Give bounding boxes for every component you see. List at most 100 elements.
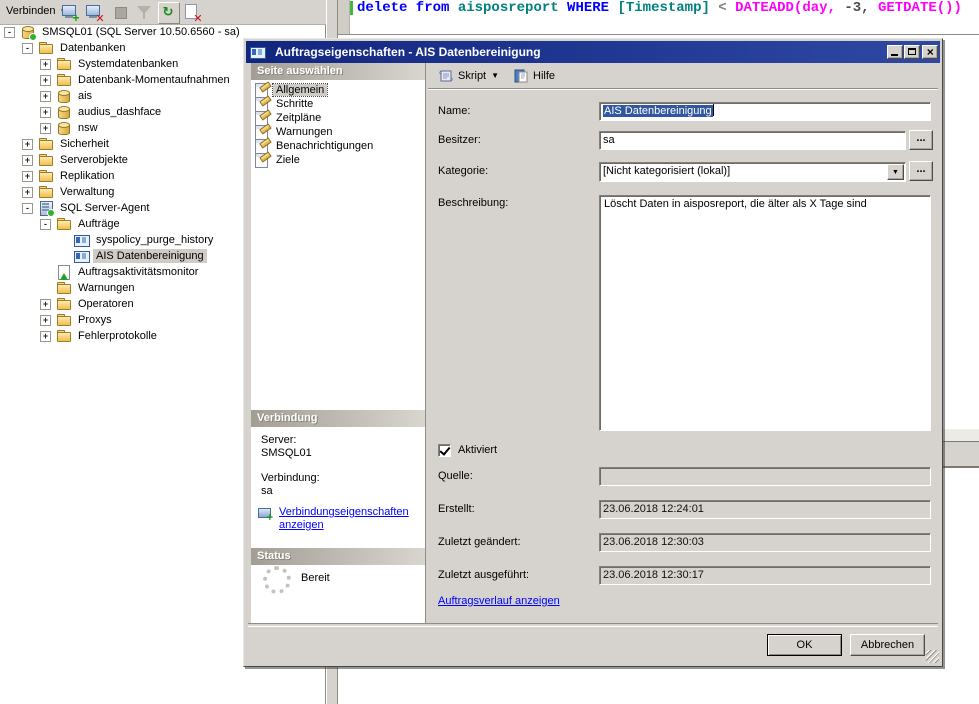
connection-properties-link[interactable]: Verbindungseigenschaften anzeigen — [279, 506, 419, 532]
tree-item-server[interactable]: - SMSQL01 (SQL Server 10.50.6560 - sa) — [0, 24, 243, 40]
editor-selection-margin — [338, 0, 350, 34]
script-icon — [438, 68, 454, 84]
help-button[interactable]: Hilfe — [509, 65, 559, 87]
ok-button[interactable]: OK — [767, 634, 842, 656]
category-browse-button[interactable]: ... — [909, 161, 933, 181]
tree-item-sicherheit[interactable]: + Sicherheit — [0, 136, 112, 152]
tree-item-label: SQL Server-Agent — [57, 201, 152, 215]
status-text: Bereit — [301, 572, 330, 584]
tree-item-auftragsaktivitaetsmonitor[interactable]: Auftragsaktivitätsmonitor — [0, 264, 201, 280]
job-properties-dialog: Auftragseigenschaften - AIS Datenbereini… — [243, 38, 943, 667]
resize-grip[interactable] — [926, 650, 939, 663]
folder-icon — [56, 328, 72, 344]
tree-item-label: Aufträge — [75, 217, 123, 231]
dialog-main-pane: Skript ▼ Hilfe Name: AIS Datenbereinigun… — [428, 63, 938, 623]
tree-item-label: Datenbanken — [57, 41, 128, 55]
tree-item-ais[interactable]: + ais — [0, 88, 95, 104]
description-label: Beschreibung: — [438, 197, 508, 209]
tree-expand-icon[interactable]: + — [40, 59, 51, 70]
folder-icon — [38, 152, 54, 168]
page-item-label: Allgemein — [273, 84, 327, 96]
tree-item-auftraege[interactable]: - Aufträge — [0, 216, 123, 232]
progress-spinner-icon — [263, 566, 291, 594]
tree-item-verwaltung[interactable]: + Verwaltung — [0, 184, 117, 200]
tree-item-audius-dashface[interactable]: + audius_dashface — [0, 104, 164, 120]
tree-collapse-icon[interactable]: - — [22, 43, 33, 54]
help-icon — [513, 68, 529, 84]
folder-icon — [38, 136, 54, 152]
server-label: Server: — [261, 434, 296, 446]
tree-expand-icon[interactable]: + — [40, 123, 51, 134]
tree-expand-icon[interactable]: + — [22, 187, 33, 198]
enabled-checkbox[interactable] — [438, 444, 451, 457]
tree-expand-icon[interactable]: + — [40, 107, 51, 118]
connect-label: Verbinden — [6, 5, 56, 17]
tree-item-label: Verwaltung — [57, 185, 117, 199]
sql-text-line[interactable]: delete from aisposreport WHERE [Timestam… — [357, 1, 962, 16]
connection-label: Verbindung: — [261, 472, 320, 484]
page-item-label: Benachrichtigungen — [273, 140, 376, 152]
tree-item-syspolicy-purge-history[interactable]: syspolicy_purge_history — [0, 232, 216, 248]
dialog-titlebar[interactable]: Auftragseigenschaften - AIS Datenbereini… — [246, 41, 940, 63]
cancel-button[interactable]: Abbrechen — [850, 634, 925, 656]
tree-expand-icon[interactable]: + — [40, 299, 51, 310]
tree-item-proxys[interactable]: + Proxys — [0, 312, 115, 328]
disconnect-icon[interactable]: ✕ — [84, 2, 104, 22]
tree-item-label: nsw — [75, 121, 101, 135]
tree-item-label-selected: AIS Datenbereinigung — [93, 249, 207, 263]
tree-item-replikation[interactable]: + Replikation — [0, 168, 117, 184]
tree-expand-icon[interactable]: + — [22, 155, 33, 166]
tree-item-nsw[interactable]: + nsw — [0, 120, 101, 136]
tree-item-warnungen[interactable]: Warnungen — [0, 280, 137, 296]
change-tracking-bar — [350, 1, 353, 15]
help-label: Hilfe — [533, 70, 555, 82]
sql-operator: < — [718, 0, 735, 16]
owner-browse-button[interactable]: ... — [909, 130, 933, 150]
server-value: SMSQL01 — [261, 447, 312, 459]
sql-keyword: WHERE — [567, 0, 617, 16]
job-icon — [74, 248, 90, 264]
tree-item-serverobjekte[interactable]: + Serverobjekte — [0, 152, 131, 168]
tree-collapse-icon[interactable]: - — [22, 203, 33, 214]
pages-header: Seite auswählen — [251, 63, 425, 80]
server-icon — [20, 24, 36, 40]
combo-dropdown-icon[interactable]: ▼ — [887, 164, 904, 180]
close-icon[interactable]: × — [922, 45, 938, 59]
script-dropdown-button[interactable]: Skript ▼ — [434, 65, 503, 87]
tree-expand-icon[interactable]: + — [40, 315, 51, 326]
tree-item-momentaufnahmen[interactable]: + Datenbank-Momentaufnahmen — [0, 72, 233, 88]
tree-collapse-icon[interactable]: - — [40, 219, 51, 230]
category-combobox[interactable]: [Nicht kategorisiert (lokal)] ▼ — [599, 162, 906, 182]
check-icon — [439, 444, 450, 456]
tree-item-fehlerprotokolle[interactable]: + Fehlerprotokolle — [0, 328, 160, 344]
tree-item-systemdatenbanken[interactable]: + Systemdatenbanken — [0, 56, 181, 72]
tree-expand-icon[interactable]: + — [40, 75, 51, 86]
job-history-link[interactable]: Auftragsverlauf anzeigen — [438, 595, 560, 607]
tree-item-label: Serverobjekte — [57, 153, 131, 167]
tree-item-ais-datenbereinigung[interactable]: AIS Datenbereinigung — [0, 248, 207, 264]
name-label: Name: — [438, 105, 470, 117]
status-header: Status — [251, 548, 425, 565]
refresh-icon[interactable]: ↻ — [158, 2, 180, 24]
tree-collapse-icon[interactable]: - — [4, 27, 15, 38]
tree-item-label: Systemdatenbanken — [75, 57, 181, 71]
tree-item-operatoren[interactable]: + Operatoren — [0, 296, 137, 312]
name-input[interactable]: AIS Datenbereinigung — [599, 102, 931, 121]
tree-item-datenbanken[interactable]: - Datenbanken — [0, 40, 128, 56]
register-server-icon[interactable]: + — [60, 2, 80, 22]
page-item-benachrichtigungen[interactable]: Benachrichtigungen — [254, 138, 376, 153]
maximize-icon[interactable] — [904, 45, 920, 59]
created-field: 23.06.2018 12:24:01 — [599, 500, 931, 519]
tree-expand-icon[interactable]: + — [22, 171, 33, 182]
tree-expand-icon[interactable]: + — [22, 139, 33, 150]
tree-item-sql-server-agent[interactable]: - SQL Server-Agent — [0, 200, 152, 216]
owner-label: Besitzer: — [438, 134, 481, 146]
description-textarea[interactable]: Löscht Daten in aisposreport, die älter … — [599, 195, 931, 431]
minimize-icon[interactable] — [887, 45, 903, 59]
tree-expand-icon[interactable]: + — [40, 91, 51, 102]
sql-keyword: delete from — [357, 0, 458, 16]
tree-expand-icon[interactable]: + — [40, 331, 51, 342]
page-item-ziele[interactable]: Ziele — [254, 152, 303, 167]
remove-filter-icon[interactable]: ✕ — [182, 2, 202, 22]
owner-input[interactable]: sa — [599, 131, 906, 150]
